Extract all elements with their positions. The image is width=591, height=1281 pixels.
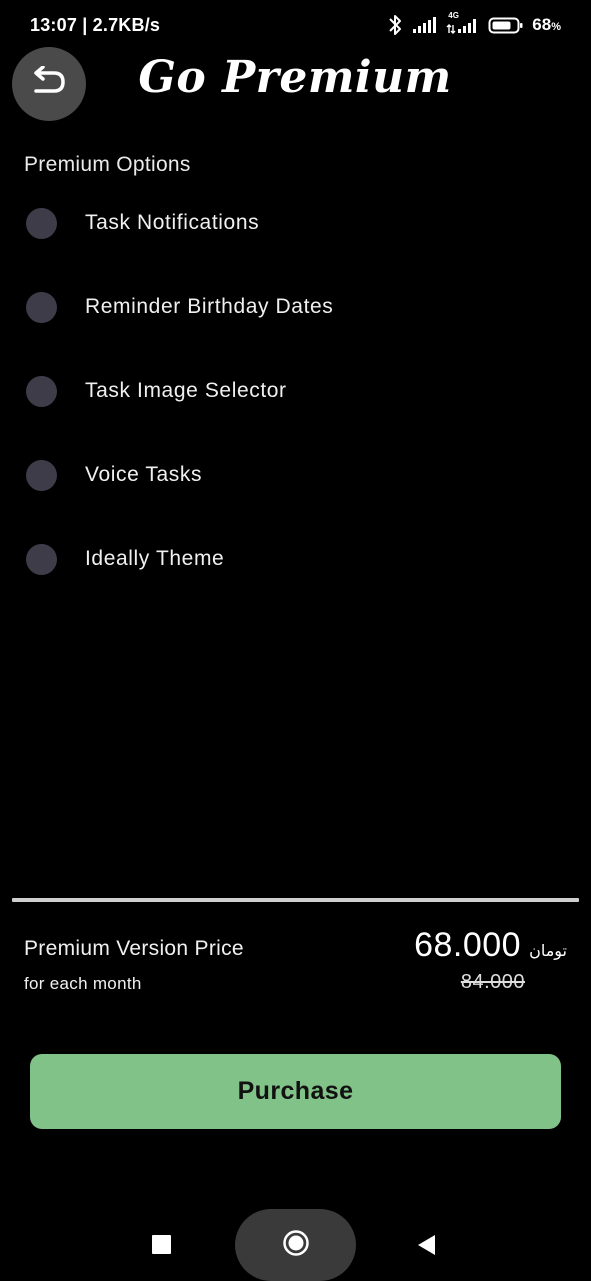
option-voice-tasks[interactable]: Voice Tasks <box>0 432 591 516</box>
battery-icon <box>488 15 524 35</box>
system-nav-bar <box>0 1205 591 1281</box>
option-ideally-theme[interactable]: Ideally Theme <box>0 516 591 600</box>
radio-button[interactable] <box>26 292 57 323</box>
home-button[interactable] <box>235 1209 356 1281</box>
current-price: 68.000 تومان <box>414 926 567 965</box>
status-icons: 4G 68% <box>386 11 561 37</box>
radio-button[interactable] <box>26 460 57 491</box>
option-reminder-birthday-dates[interactable]: Reminder Birthday Dates <box>0 264 591 348</box>
option-task-notifications[interactable]: Task Notifications <box>0 180 591 264</box>
page-title: Go Premium <box>138 52 452 103</box>
price-value: 68.000 <box>414 926 522 964</box>
option-label: Task Image Selector <box>85 379 287 402</box>
undo-arrow-icon <box>30 64 68 103</box>
option-label: Task Notifications <box>85 211 260 234</box>
option-task-image-selector[interactable]: Task Image Selector <box>0 348 591 432</box>
battery-percent: 68% <box>532 15 561 35</box>
radio-button[interactable] <box>26 376 57 407</box>
price-label: Premium Version Price <box>24 937 244 960</box>
back-triangle-icon[interactable] <box>417 1234 437 1261</box>
battery-unit: % <box>551 21 561 33</box>
radio-button[interactable] <box>26 208 57 239</box>
bluetooth-icon <box>386 13 404 37</box>
back-button[interactable] <box>12 47 86 121</box>
option-label: Voice Tasks <box>85 463 203 486</box>
purchase-button[interactable]: Purchase <box>30 1054 561 1129</box>
price-box: 68.000 تومان 84.000 <box>414 926 567 994</box>
battery-value: 68 <box>532 15 552 34</box>
currency-label: تومان <box>529 941 567 960</box>
price-period: for each month <box>24 974 142 993</box>
premium-options-title: Premium Options <box>24 153 191 176</box>
signal-icon <box>412 15 438 35</box>
option-label: Ideally Theme <box>85 547 225 570</box>
status-bar: 13:07 | 2.7KB/s 4G 68% <box>0 0 591 52</box>
divider <box>12 898 579 902</box>
status-time-speed: 13:07 | 2.7KB/s <box>30 15 161 35</box>
network-label: 4G <box>448 11 459 20</box>
signal-4g-icon: 4G <box>446 11 480 35</box>
radio-button[interactable] <box>26 544 57 575</box>
option-label: Reminder Birthday Dates <box>85 295 334 318</box>
recents-square-icon[interactable] <box>152 1235 171 1254</box>
premium-options-list: Task Notifications Reminder Birthday Dat… <box>0 180 591 600</box>
home-circle-icon <box>282 1229 310 1262</box>
old-price: 84.000 <box>460 971 525 993</box>
